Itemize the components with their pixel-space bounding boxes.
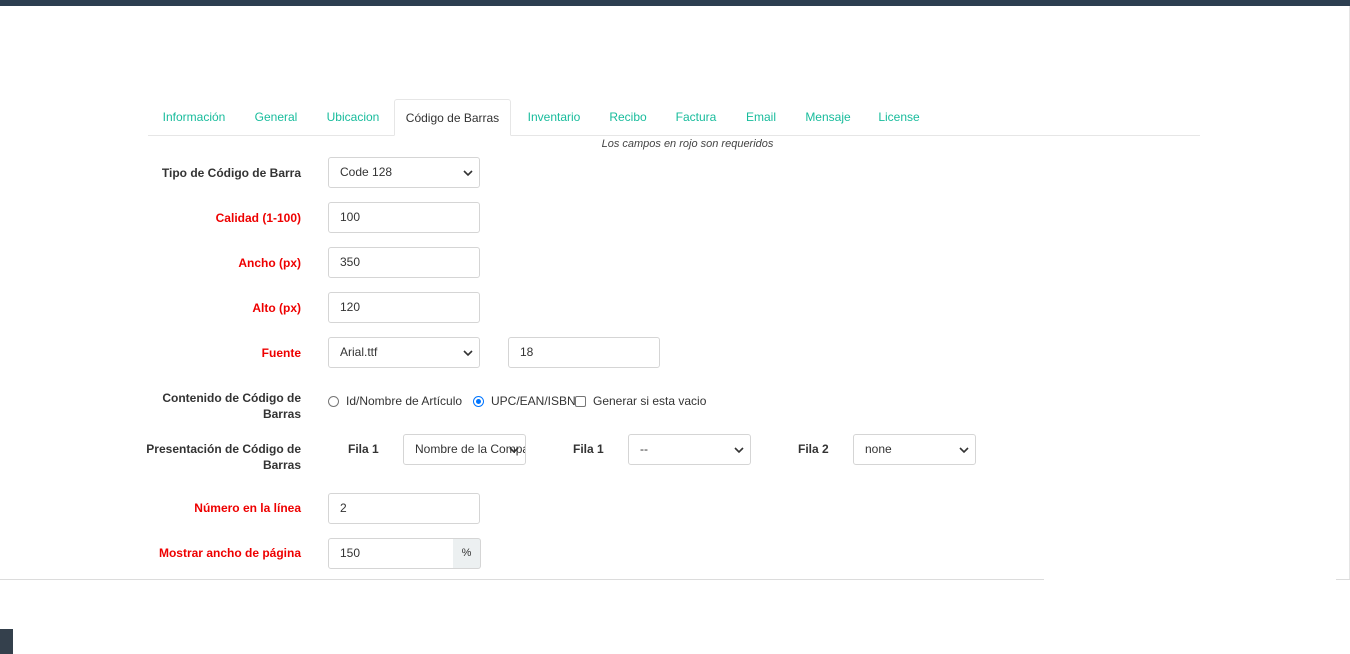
barcode-content-label-line2: Barras [262, 407, 301, 421]
height-input[interactable]: 120 [328, 292, 480, 323]
font-select[interactable]: Arial.ttf [328, 337, 480, 368]
tab-general[interactable]: General [244, 99, 308, 134]
barcode-presentation-label-line1: Presentación de Código de [146, 442, 301, 456]
width-label: Ancho (px) [238, 256, 301, 270]
panel-bottom-border-right [1336, 579, 1350, 580]
page-width-input[interactable]: 150 [328, 538, 454, 569]
row1-label: Fila 1 [348, 442, 379, 456]
tab-mensaje[interactable]: Mensaje [795, 99, 861, 134]
chevron-down-icon [734, 447, 744, 454]
tab-ubicacion[interactable]: Ubicacion [315, 99, 391, 134]
page-width-label: Mostrar ancho de página [158, 546, 301, 560]
row2-value: none [865, 442, 892, 456]
width-input[interactable]: 350 [328, 247, 480, 278]
chevron-down-icon [463, 350, 473, 357]
quality-label: Calidad (1-100) [215, 211, 301, 225]
generate-if-empty-label: Generar si esta vacio [593, 394, 707, 408]
tab-license[interactable]: License [870, 99, 928, 134]
content-upc-label: UPC/EAN/ISBN [491, 394, 576, 408]
tab-factura[interactable]: Factura [665, 99, 727, 134]
content-upc-radio[interactable] [473, 396, 484, 407]
row1-select[interactable]: Nombre de la Compañía [403, 434, 526, 465]
percent-addon: % [453, 538, 481, 569]
top-bar [0, 0, 1350, 6]
row2-select[interactable]: none [853, 434, 976, 465]
tab-codigo-de-barras[interactable]: Código de Barras [394, 99, 511, 136]
required-fields-note: Los campos en rojo son requeridos [601, 138, 774, 150]
row1b-label: Fila 1 [573, 442, 604, 456]
row2-label: Fila 2 [798, 442, 829, 456]
config-tabs: Información General Ubicacion Código de … [148, 99, 1200, 136]
barcode-presentation-label-line2: Barras [262, 458, 301, 472]
barcode-type-value: Code 128 [340, 165, 393, 179]
tab-email[interactable]: Email [737, 99, 785, 134]
tab-informacion[interactable]: Información [148, 99, 240, 134]
height-label: Alto (px) [252, 301, 301, 315]
chevron-down-icon [959, 447, 969, 454]
chevron-down-icon [509, 447, 519, 454]
tab-recibo[interactable]: Recibo [599, 99, 657, 134]
content-id-label: Id/Nombre de Artículo [346, 394, 463, 408]
tab-inventario[interactable]: Inventario [517, 99, 591, 134]
row1b-value: -- [640, 442, 648, 456]
barcode-presentation-label: Presentación de Código de Barras [146, 441, 301, 473]
panel-bottom-border [0, 579, 1044, 580]
number-per-line-label: Número en la línea [194, 501, 301, 515]
chevron-down-icon [463, 170, 473, 177]
content-id-radio[interactable] [328, 396, 339, 407]
barcode-content-label: Contenido de Código de Barras [162, 390, 301, 422]
generate-if-empty-checkbox[interactable] [575, 396, 586, 407]
number-per-line-input[interactable]: 2 [328, 493, 480, 524]
font-size-input[interactable]: 18 [508, 337, 660, 368]
font-label: Fuente [261, 346, 301, 360]
footer-corner-block [0, 629, 13, 654]
barcode-content-label-line1: Contenido de Código de [162, 391, 301, 405]
barcode-type-label: Tipo de Código de Barra [161, 166, 301, 180]
quality-input[interactable]: 100 [328, 202, 480, 233]
barcode-type-select[interactable]: Code 128 [328, 157, 480, 188]
font-value: Arial.ttf [340, 345, 378, 359]
row1b-select[interactable]: -- [628, 434, 751, 465]
